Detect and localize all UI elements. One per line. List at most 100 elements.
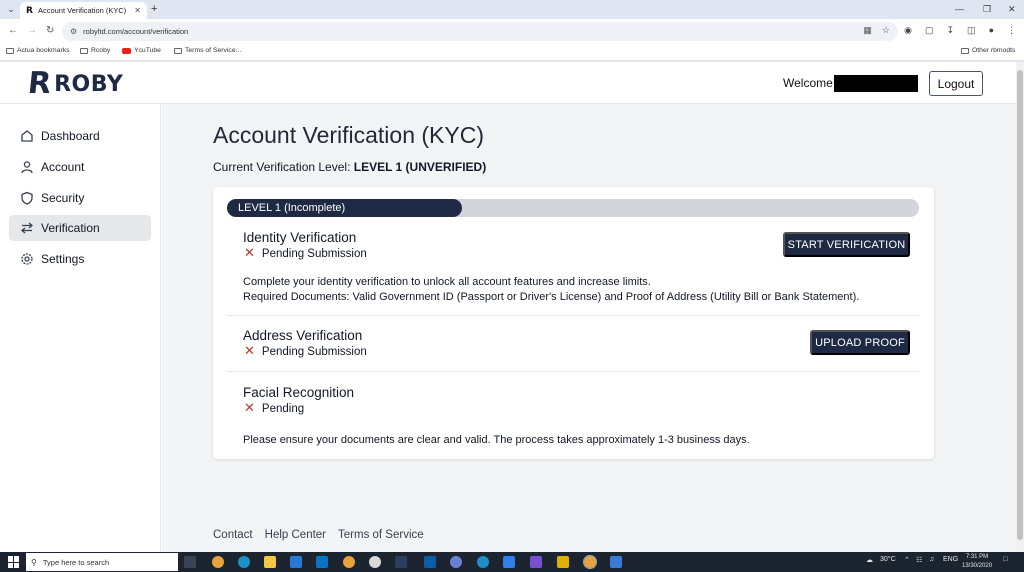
sidebar-item-account[interactable]: Account (9, 154, 151, 180)
app-icon[interactable] (530, 556, 542, 568)
app-icon[interactable] (369, 556, 381, 568)
dashboard-icon (20, 129, 34, 143)
bookmark-label: Other rbmodts (972, 47, 1016, 54)
identity-status: ✕ Pending Submission (244, 247, 367, 260)
minimize-icon[interactable]: — (955, 2, 964, 16)
logo-mark: R (26, 66, 54, 101)
site-info-icon[interactable]: ⚙ (70, 27, 77, 36)
notification-icon[interactable]: □ (1003, 556, 1007, 563)
new-tab-icon[interactable]: + (151, 2, 157, 16)
bookmark-label: Terms of Service... (185, 47, 242, 54)
sidebar-item-settings[interactable]: Settings (9, 246, 151, 272)
gear-icon (20, 252, 34, 266)
facial-title: Facial Recognition (243, 385, 355, 400)
sidebar-item-label: Verification (41, 221, 100, 235)
verification-card: LEVEL 1 (Incomplete) Identity Verificati… (213, 187, 934, 459)
bookmark-label: Actua bookmarks (17, 47, 70, 54)
app-icon[interactable] (450, 556, 462, 568)
chrome-icon[interactable] (212, 556, 224, 568)
vscode-icon[interactable] (424, 556, 436, 568)
app-icon[interactable] (557, 556, 569, 568)
steam-icon[interactable] (395, 556, 407, 568)
network-icon[interactable]: ☷ (916, 556, 922, 564)
address-bar[interactable]: ⚙ robyltd.com/account/verification ▦ ☆ (62, 22, 898, 41)
folder-icon (961, 47, 969, 54)
edge-icon[interactable] (477, 556, 489, 568)
weather-icon[interactable]: ☁ (866, 556, 873, 564)
logo-text: ROBY (54, 71, 124, 97)
tab-title: Account Verification (KYC) (37, 6, 127, 15)
dropbox-icon[interactable] (503, 556, 515, 568)
sidebar-item-label: Account (41, 160, 85, 174)
browser-tab[interactable]: R Account Verification (KYC) ✕ (20, 2, 147, 19)
user-icon (20, 160, 34, 174)
menu-icon[interactable]: ⋮ (1007, 25, 1016, 36)
logout-button[interactable]: Logout (929, 71, 983, 96)
roby-logo[interactable]: R ROBY (26, 66, 124, 101)
language-indicator[interactable]: ENG (943, 556, 958, 563)
reload-icon[interactable]: ↻ (46, 25, 54, 37)
upload-proof-button[interactable]: UPLOAD PROOF (810, 330, 910, 355)
status-text: Pending (261, 403, 305, 415)
bookmarks-bar: Actua bookmarks Rcoby YcuTube Terms of S… (0, 44, 1024, 61)
welcome-text: Welcome, (783, 76, 837, 90)
tray-chevron-icon[interactable]: ⌃ (904, 556, 910, 564)
puzzle-icon[interactable]: ▢ (925, 25, 934, 36)
status-text: Pending Submission (261, 248, 367, 260)
chrome-icon[interactable] (343, 556, 355, 568)
task-view-icon[interactable] (184, 556, 196, 568)
folder-icon (6, 47, 14, 54)
bookmark-item[interactable]: Rcoby (80, 47, 110, 54)
close-window-icon[interactable]: ✕ (1008, 2, 1016, 16)
forward-icon[interactable]: → (27, 25, 37, 37)
edge-icon[interactable] (238, 556, 250, 568)
site-header: R ROBY Welcome, Logout (0, 62, 1016, 104)
roby-favicon-icon: R (26, 5, 33, 16)
other-bookmarks[interactable]: Other rbmodts (961, 47, 1015, 54)
folder-icon (174, 47, 182, 54)
chrome-active-icon[interactable] (583, 555, 597, 569)
folder-icon (80, 47, 88, 54)
close-tab-icon[interactable]: ✕ (134, 6, 141, 15)
progress-bar: LEVEL 1 (Incomplete) (227, 199, 919, 217)
current-level: Current Verification Level: LEVEL 1 (UNV… (213, 160, 486, 174)
restore-icon[interactable]: ❐ (983, 2, 991, 16)
translate-icon[interactable]: ▦ (863, 25, 872, 36)
clock-date: 13/30/2020 (962, 563, 993, 569)
sidebar-item-label: Dashboard (41, 129, 100, 143)
app-icon[interactable] (610, 556, 622, 568)
status-text: Pending Submission (261, 346, 367, 358)
download-icon[interactable]: ↧ (947, 25, 955, 36)
windows-start-icon[interactable] (8, 556, 20, 568)
clock[interactable]: 7:31 PM 13/30/2020 (962, 553, 992, 571)
profile-icon[interactable]: ● (989, 25, 994, 36)
bookmark-star-icon[interactable]: ☆ (882, 25, 890, 36)
sidebar-item-dashboard[interactable]: Dashboard (9, 123, 151, 149)
url-text: robyltd.com/account/verification (83, 27, 189, 36)
extension-icon[interactable]: ◉ (904, 25, 912, 36)
bookmark-item[interactable]: Actua bookmarks (6, 47, 70, 54)
mail-icon[interactable] (290, 556, 302, 568)
footer-link-contact[interactable]: Contact (213, 529, 253, 541)
volume-icon[interactable]: ♫ (929, 556, 934, 563)
divider (227, 315, 919, 316)
sidepanel-icon[interactable]: ◫ (967, 25, 976, 36)
sidebar-item-security[interactable]: Security (9, 185, 151, 211)
sidebar-item-verification[interactable]: Verification (9, 215, 151, 241)
bookmark-item[interactable]: Terms of Service... (174, 47, 241, 54)
page-scrollbar[interactable] (1016, 62, 1024, 552)
scroll-thumb[interactable] (1017, 70, 1023, 540)
file-explorer-icon[interactable] (264, 556, 276, 568)
footer-link-terms[interactable]: Terms of Service (338, 529, 424, 541)
outlook-icon[interactable] (316, 556, 328, 568)
taskbar-search[interactable]: ⚲ Type here to search (26, 553, 178, 571)
youtube-icon (122, 47, 131, 54)
start-verification-button[interactable]: START VERIFICATION (783, 232, 910, 257)
footer-link-help-center[interactable]: Help Center (265, 529, 326, 541)
back-icon[interactable]: ← (8, 25, 18, 37)
progress-label: LEVEL 1 (Incomplete) (238, 202, 346, 214)
bookmark-item[interactable]: YcuTube (122, 47, 161, 54)
redacted-username (834, 75, 918, 92)
exchange-icon (20, 221, 34, 235)
tab-search-icon[interactable]: ⌄ (4, 2, 18, 16)
